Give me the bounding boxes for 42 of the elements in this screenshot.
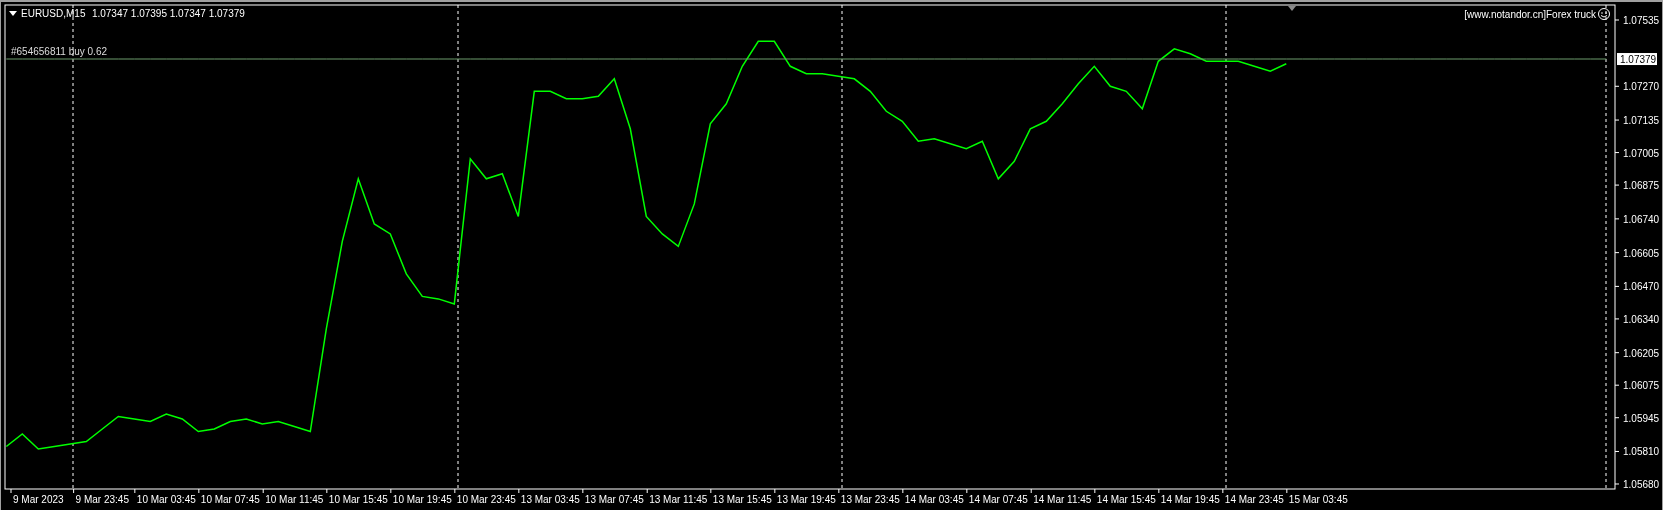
axis-label: 1.06075 xyxy=(1623,380,1660,392)
indicator-text: [www.notandor.cn]Forex truck xyxy=(1464,9,1596,20)
axis-label: 13 Mar 23:45 xyxy=(840,494,900,505)
axis-label: 13 Mar 19:45 xyxy=(776,494,836,505)
shift-marker-icon[interactable] xyxy=(1288,6,1296,11)
quote-values: 1.07347 1.07395 1.07347 1.07379 xyxy=(91,8,245,19)
axis-label: 14 Mar 03:45 xyxy=(904,494,964,505)
axis-label: 14 Mar 07:45 xyxy=(968,494,1028,505)
axis-label: 1.06470 xyxy=(1623,281,1660,293)
axis-label: 13 Mar 03:45 xyxy=(520,494,580,505)
axis-label: 10 Mar 19:45 xyxy=(392,494,452,505)
dropdown-icon[interactable] xyxy=(9,11,17,16)
axis-label: 14 Mar 19:45 xyxy=(1160,494,1220,505)
axis-label: 1.07535 xyxy=(1623,15,1660,26)
axis-label: 10 Mar 23:45 xyxy=(456,494,516,505)
axis-label: 1.06205 xyxy=(1623,347,1660,359)
axis-label: 1.07135 xyxy=(1623,115,1660,127)
axis-label: 9 Mar 2023 xyxy=(13,494,64,505)
axis-label: 15 Mar 03:45 xyxy=(1288,494,1348,505)
axis-label: 14 Mar 11:45 xyxy=(1033,494,1092,505)
axis-label: 1.06605 xyxy=(1623,247,1660,259)
axis-label: 1.06340 xyxy=(1623,313,1660,325)
axis-label: 13 Mar 15:45 xyxy=(712,494,772,505)
axis-label: 13 Mar 07:45 xyxy=(584,494,644,505)
axis-label: 9 Mar 23:45 xyxy=(75,494,129,505)
axis-label: 1.05810 xyxy=(1623,446,1660,458)
axis-label: 14 Mar 15:45 xyxy=(1096,494,1156,505)
order-label: #654656811 buy 0.62 xyxy=(11,46,107,58)
axis-label: 10 Mar 03:45 xyxy=(136,494,196,505)
axis-label: 10 Mar 11:45 xyxy=(265,494,324,505)
axis-label: 10 Mar 15:45 xyxy=(328,494,388,505)
axis-label: 1.06875 xyxy=(1623,180,1660,192)
axis-label: 1.06740 xyxy=(1623,213,1660,225)
axis-label: 13 Mar 11:45 xyxy=(649,494,708,505)
axis-label: 1.05945 xyxy=(1623,412,1660,424)
symbol-label: EURUSD,M15 xyxy=(21,8,86,19)
axis-label: 1.07005 xyxy=(1623,147,1660,159)
axis-label: 1.07270 xyxy=(1623,81,1660,93)
price-marker: 1.07379 xyxy=(1617,53,1657,66)
axis-label: 10 Mar 07:45 xyxy=(200,494,260,505)
axis-label: 1.05680 xyxy=(1623,479,1660,490)
axis-label: 14 Mar 23:45 xyxy=(1224,494,1284,505)
